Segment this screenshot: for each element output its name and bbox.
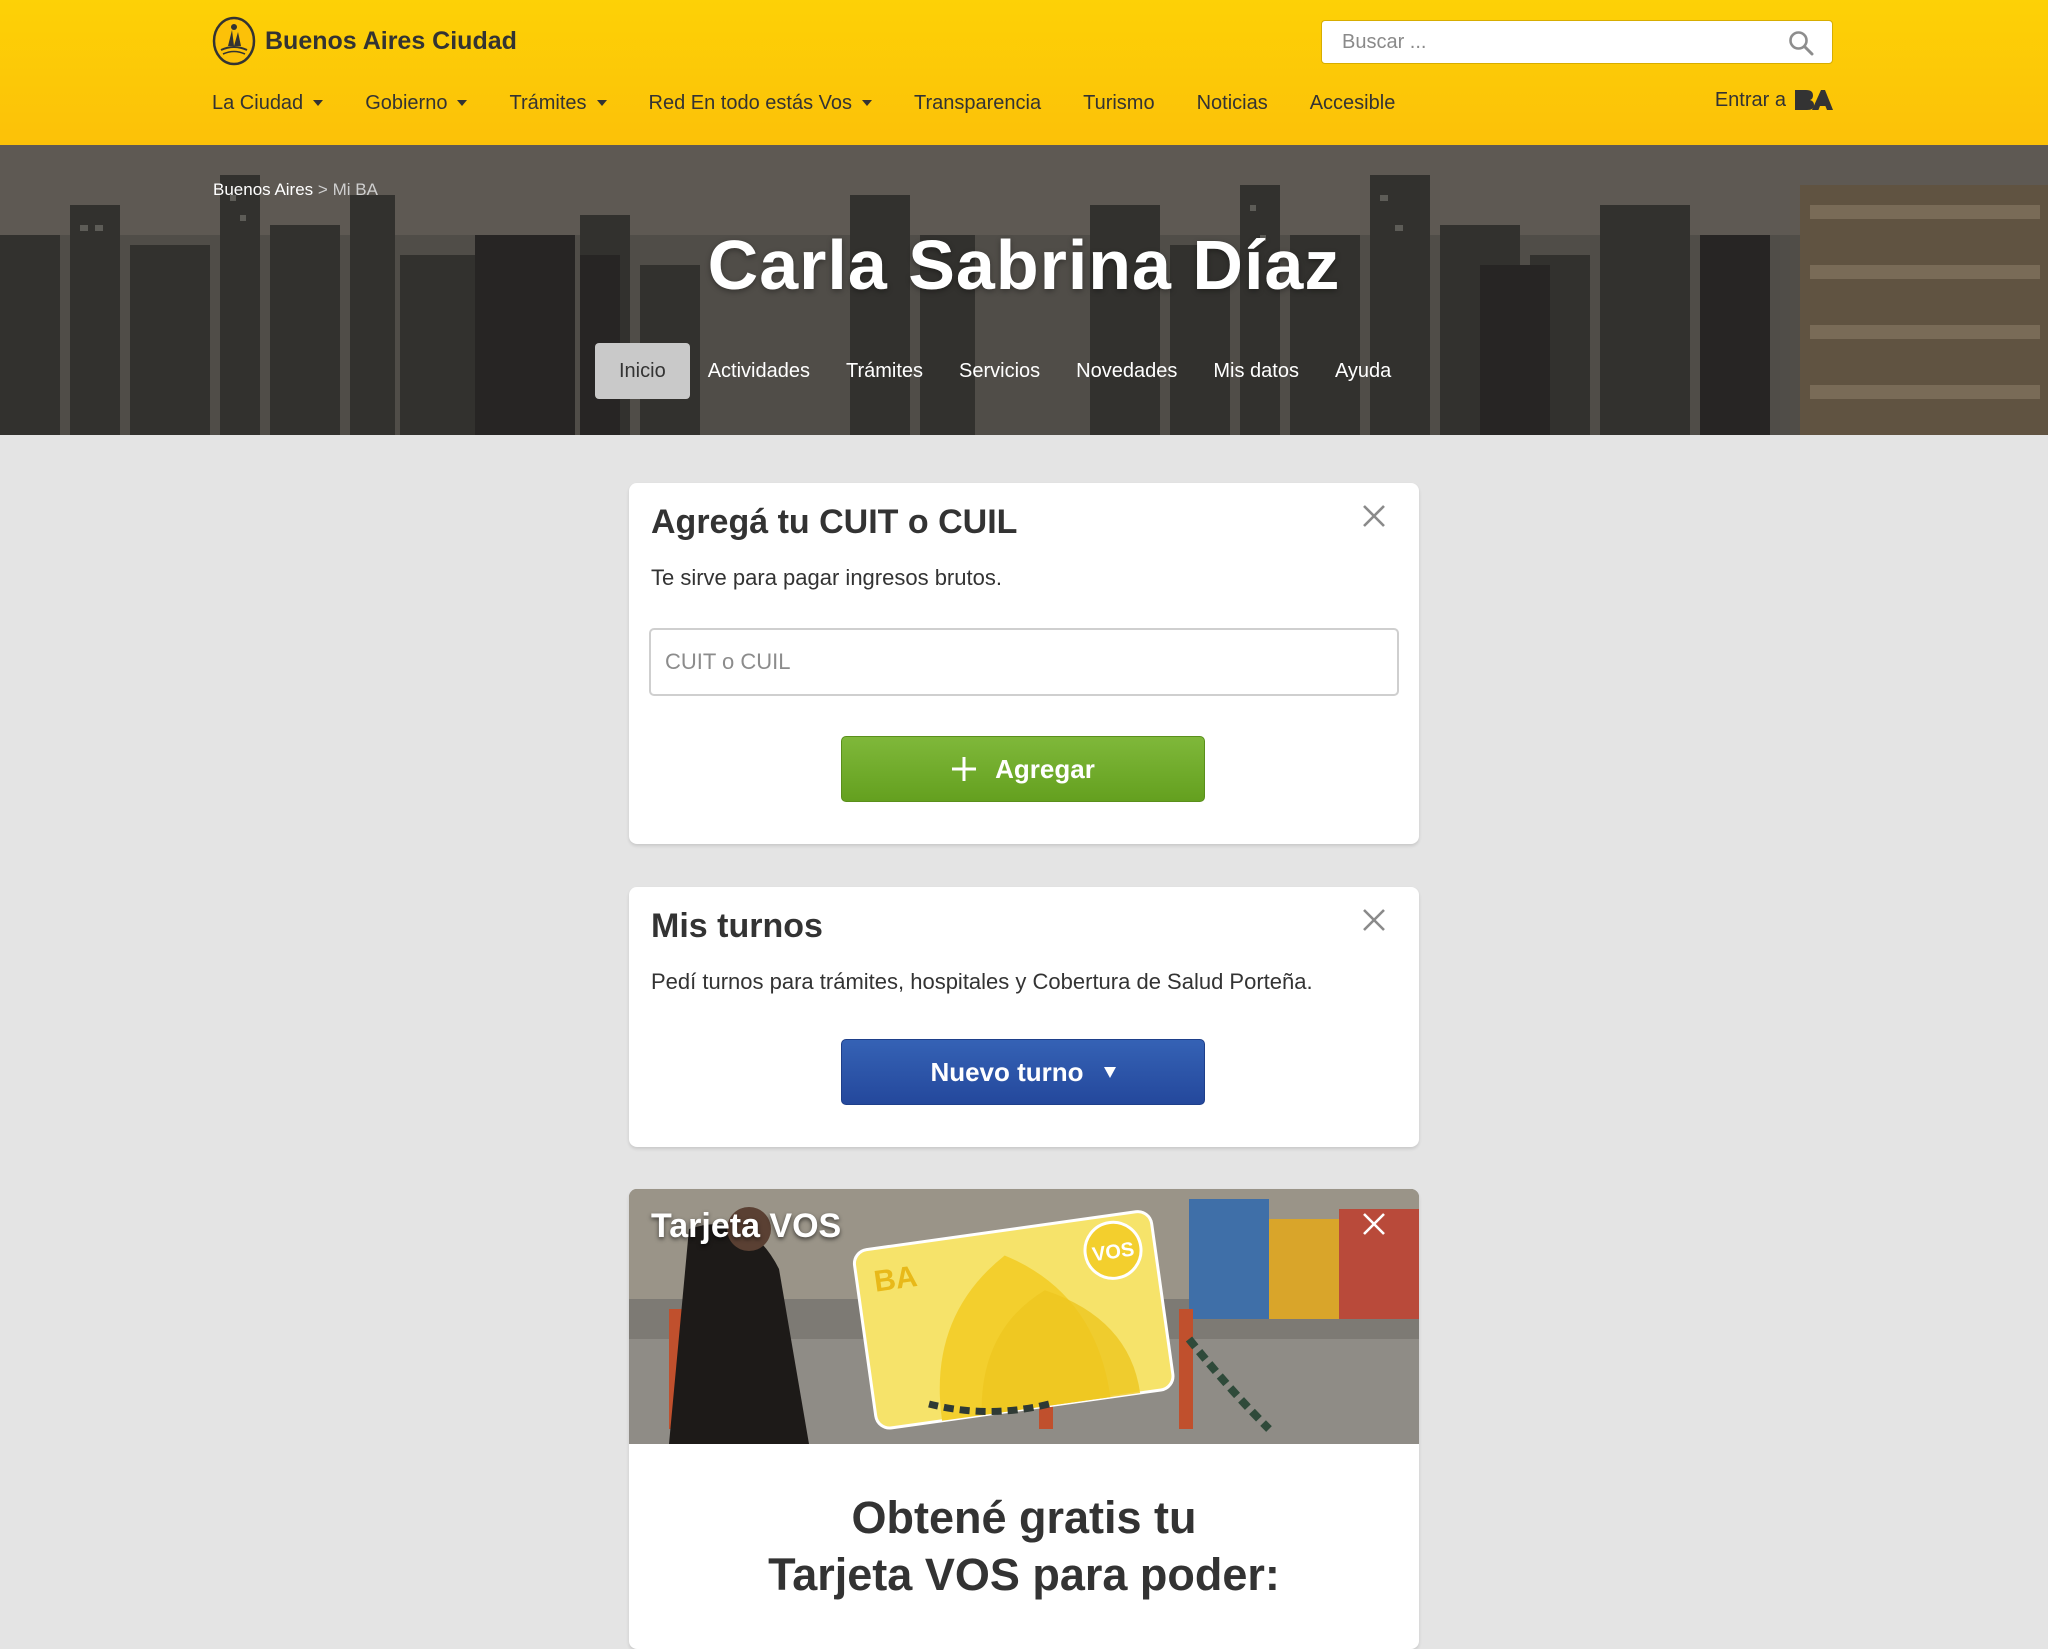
- caret-down-icon: [596, 100, 607, 106]
- cuit-input[interactable]: [649, 628, 1399, 696]
- nav-item-la-ciudad[interactable]: La Ciudad: [212, 91, 324, 115]
- search-box: [1321, 20, 1833, 64]
- search-icon[interactable]: [1788, 30, 1814, 56]
- nav-item-label: La Ciudad: [212, 91, 304, 114]
- tarjeta-vos-card: VOS BA Tarjeta VOS Obtené gratis tu Tarj…: [629, 1189, 1419, 1649]
- turnos-card-title: Mis turnos: [651, 907, 823, 945]
- nav-item-label: Noticias: [1196, 91, 1268, 114]
- tab-tramites[interactable]: Trámites: [828, 343, 941, 399]
- caret-down-icon: [313, 100, 324, 106]
- nav-item-label: Accesible: [1309, 91, 1396, 114]
- tab-novedades[interactable]: Novedades: [1058, 343, 1195, 399]
- brand-name: Buenos Aires Ciudad: [265, 26, 517, 55]
- turnos-card-description: Pedí turnos para trámites, hospitales y …: [651, 969, 1313, 994]
- tab-servicios[interactable]: Servicios: [941, 343, 1058, 399]
- ba-logo-icon: BA: [1793, 88, 1833, 110]
- top-header: Buenos Aires Ciudad La Ciudad Gobierno T…: [0, 0, 2048, 145]
- tab-mis-datos[interactable]: Mis datos: [1195, 343, 1317, 399]
- caret-down-icon: [457, 100, 468, 106]
- plus-icon: [952, 757, 977, 781]
- close-icon[interactable]: [1361, 503, 1387, 529]
- brand-link[interactable]: Buenos Aires Ciudad: [212, 14, 517, 68]
- main-nav: La Ciudad Gobierno Trámites Red En todo …: [212, 86, 1437, 120]
- nav-item-label: Turismo: [1083, 91, 1155, 114]
- dropdown-triangle-icon: [1103, 1066, 1116, 1078]
- cuit-card-description: Te sirve para pagar ingresos brutos.: [651, 565, 1002, 590]
- nav-item-accesible[interactable]: Accesible: [1310, 92, 1396, 115]
- nav-item-tramites[interactable]: Trámites: [509, 91, 607, 115]
- add-cuit-button[interactable]: Agregar: [841, 736, 1205, 802]
- nav-item-transparencia[interactable]: Transparencia: [914, 92, 1041, 115]
- tab-actividades[interactable]: Actividades: [690, 343, 828, 399]
- hero-banner: Buenos Aires > Mi BA Carla Sabrina Díaz …: [0, 145, 2048, 435]
- nav-item-noticias[interactable]: Noticias: [1197, 92, 1268, 115]
- breadcrumb-current: Mi BA: [332, 180, 378, 199]
- tarjeta-vos-card-title: Tarjeta VOS: [651, 1207, 842, 1245]
- login-link[interactable]: Entrar a BA: [1715, 88, 1833, 112]
- city-seal-logo: [212, 16, 256, 66]
- breadcrumb: Buenos Aires > Mi BA: [213, 180, 378, 200]
- page-title: Carla Sabrina Díaz: [707, 226, 1341, 304]
- ba-logo-text: BA: [1793, 88, 1795, 89]
- breadcrumb-home-link[interactable]: Buenos Aires: [213, 180, 313, 199]
- nav-item-label: Red En todo estás Vos: [648, 91, 852, 114]
- tab-inicio[interactable]: Inicio: [595, 343, 690, 399]
- ba-card-logo-text: BA: [872, 1260, 920, 1299]
- nav-item-label: Transparencia: [913, 91, 1042, 114]
- close-icon[interactable]: [1361, 1211, 1387, 1237]
- new-appointment-button[interactable]: Nuevo turno: [841, 1039, 1205, 1105]
- turnos-card: Mis turnos Pedí turnos para trámites, ho…: [629, 887, 1419, 1147]
- breadcrumb-separator: >: [317, 180, 328, 199]
- nav-item-label: Trámites: [509, 91, 587, 114]
- tarjeta-vos-heading-line-1: Obtené gratis tu: [851, 1492, 1197, 1543]
- cuit-card: Agregá tu CUIT o CUIL Te sirve para paga…: [629, 483, 1419, 844]
- nav-item-turismo[interactable]: Turismo: [1083, 92, 1154, 115]
- tarjeta-vos-heading: Obtené gratis tu Tarjeta VOS para poder:: [629, 1489, 1419, 1603]
- close-icon[interactable]: [1361, 907, 1387, 933]
- nav-item-label: Gobierno: [365, 91, 448, 114]
- add-cuit-button-label: Agregar: [995, 753, 1095, 784]
- new-appointment-button-label: Nuevo turno: [930, 1056, 1084, 1087]
- profile-tabs: Inicio Actividades Trámites Servicios No…: [595, 343, 1409, 399]
- login-label: Entrar a: [1714, 88, 1786, 111]
- cuit-card-title: Agregá tu CUIT o CUIL: [651, 503, 1018, 541]
- nav-item-gobierno[interactable]: Gobierno: [365, 91, 468, 115]
- caret-down-icon: [861, 100, 872, 106]
- tarjeta-vos-heading-line-2: Tarjeta VOS para poder:: [768, 1549, 1280, 1600]
- search-input[interactable]: [1322, 21, 1782, 63]
- tab-ayuda[interactable]: Ayuda: [1317, 343, 1409, 399]
- nav-item-red-en-todo-estas-vos[interactable]: Red En todo estás Vos: [649, 92, 872, 115]
